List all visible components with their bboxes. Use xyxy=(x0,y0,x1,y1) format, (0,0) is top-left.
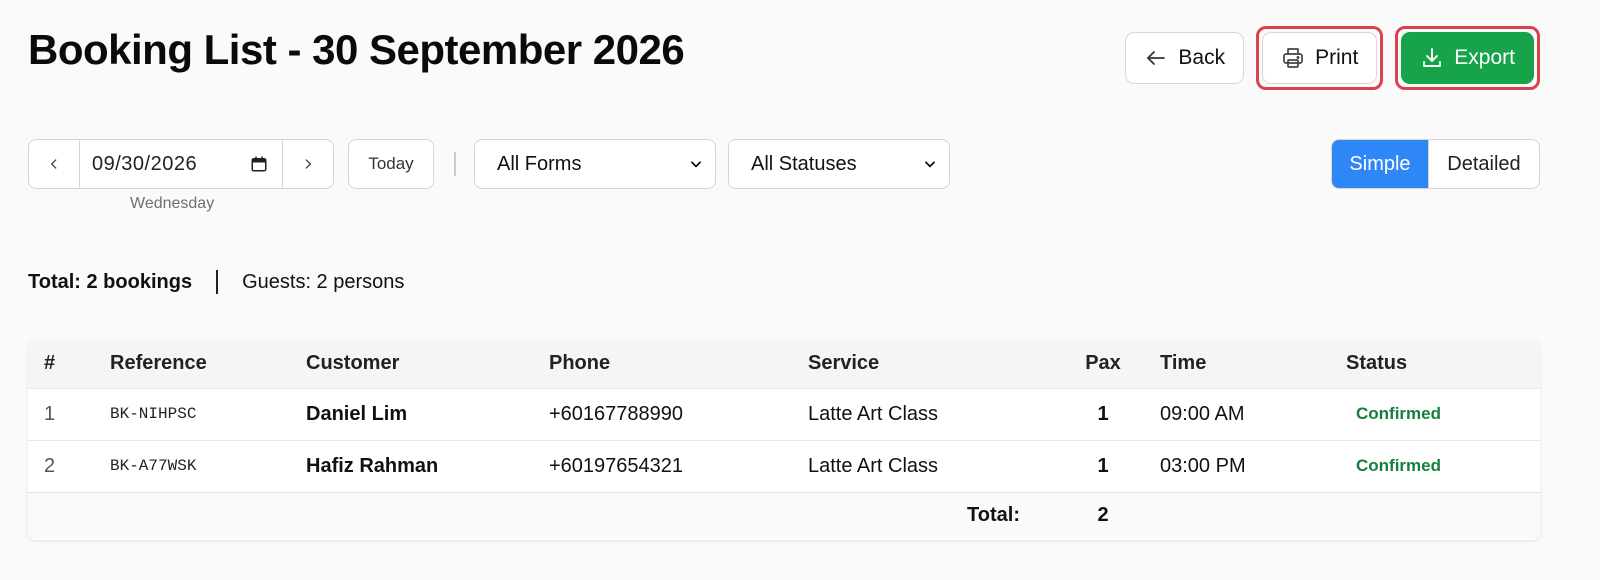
view-simple-button[interactable]: Simple xyxy=(1332,140,1428,188)
chevron-down-icon xyxy=(691,161,701,168)
booking-summary: Total: 2 bookings Guests: 2 persons xyxy=(28,270,404,294)
row-number: 2 xyxy=(44,454,56,477)
prev-day-button[interactable] xyxy=(29,140,79,188)
table-row[interactable]: 2 BK-A77WSK Hafiz Rahman +60197654321 La… xyxy=(28,440,1540,492)
row-number: 1 xyxy=(44,402,56,425)
col-header-pax[interactable]: Pax xyxy=(1046,340,1160,388)
calendar-icon[interactable] xyxy=(250,155,268,173)
total-bookings: Total: 2 bookings xyxy=(28,270,193,293)
col-header-time[interactable]: Time xyxy=(1160,340,1346,388)
service-name: Latte Art Class xyxy=(808,454,939,477)
forms-select[interactable]: All Forms xyxy=(474,139,716,189)
date-value: 09/30/2026 xyxy=(92,152,198,175)
date-input[interactable]: 09/30/2026 xyxy=(79,140,283,188)
col-header-status[interactable]: Status xyxy=(1346,340,1540,388)
date-picker-group: 09/30/2026 xyxy=(28,139,334,189)
status-badge: Confirmed xyxy=(1356,456,1441,475)
page-title: Booking List - 30 September 2026 xyxy=(28,26,685,73)
export-highlight: Export xyxy=(1395,26,1540,90)
print-highlight: Print xyxy=(1256,26,1384,90)
booking-reference[interactable]: BK-A77WSK xyxy=(110,440,306,492)
chevron-right-icon xyxy=(305,159,311,169)
today-button[interactable]: Today xyxy=(348,139,434,189)
status-badge: Confirmed xyxy=(1356,404,1441,423)
next-day-button[interactable] xyxy=(283,140,333,188)
print-button[interactable]: Print xyxy=(1262,32,1378,84)
col-header-number: # xyxy=(44,352,56,375)
booking-time: 09:00 AM xyxy=(1160,402,1245,425)
col-header-customer[interactable]: Customer xyxy=(306,340,549,388)
arrow-left-icon xyxy=(1147,51,1166,65)
chevron-left-icon xyxy=(51,159,57,169)
customer-phone: +60167788990 xyxy=(549,402,684,425)
pax-count: 1 xyxy=(1097,402,1109,425)
col-header-reference[interactable]: Reference xyxy=(110,340,306,388)
status-select[interactable]: All Statuses xyxy=(728,139,950,189)
table-row[interactable]: 1 BK-NIHPSC Daniel Lim +60167788990 Latt… xyxy=(28,388,1540,440)
header-actions: Back Print Export xyxy=(1125,26,1540,90)
service-name: Latte Art Class xyxy=(808,402,939,425)
summary-divider xyxy=(216,270,219,294)
toolbar-divider xyxy=(454,152,456,176)
weekday-label: Wednesday xyxy=(130,195,215,212)
customer-name[interactable]: Daniel Lim xyxy=(306,388,549,440)
booking-time: 03:00 PM xyxy=(1160,454,1246,477)
table-header-row: # Reference Customer Phone Service Pax T… xyxy=(28,340,1540,388)
pax-count: 1 xyxy=(1097,454,1109,477)
col-header-service[interactable]: Service xyxy=(808,340,1046,388)
view-mode-toggle: Simple Detailed xyxy=(1331,139,1540,189)
back-label: Back xyxy=(1178,46,1226,69)
download-icon xyxy=(1423,48,1442,67)
footer-total-label: Total: xyxy=(967,503,1020,526)
footer-empty xyxy=(1346,492,1540,538)
printer-icon xyxy=(1283,48,1303,68)
print-label: Print xyxy=(1315,46,1359,69)
export-label: Export xyxy=(1454,46,1515,69)
chevron-down-icon xyxy=(925,161,935,168)
table-footer-row: Total: 2 xyxy=(28,492,1540,538)
bookings-table: # Reference Customer Phone Service Pax T… xyxy=(28,340,1540,540)
export-button[interactable]: Export xyxy=(1401,32,1534,84)
forms-select-value: All Forms xyxy=(497,152,582,175)
status-select-value: All Statuses xyxy=(751,152,857,175)
back-button[interactable]: Back xyxy=(1125,32,1245,84)
footer-pax-total: 2 xyxy=(1097,503,1109,526)
view-detailed-button[interactable]: Detailed xyxy=(1428,140,1539,188)
customer-phone: +60197654321 xyxy=(549,454,684,477)
booking-reference[interactable]: BK-NIHPSC xyxy=(110,388,306,440)
customer-name[interactable]: Hafiz Rahman xyxy=(306,440,549,492)
filter-toolbar: 09/30/2026 Wednesday Today All Forms All… xyxy=(28,139,1540,212)
footer-empty xyxy=(1160,492,1346,538)
total-guests: Guests: 2 persons xyxy=(242,270,405,293)
col-header-phone[interactable]: Phone xyxy=(549,340,808,388)
